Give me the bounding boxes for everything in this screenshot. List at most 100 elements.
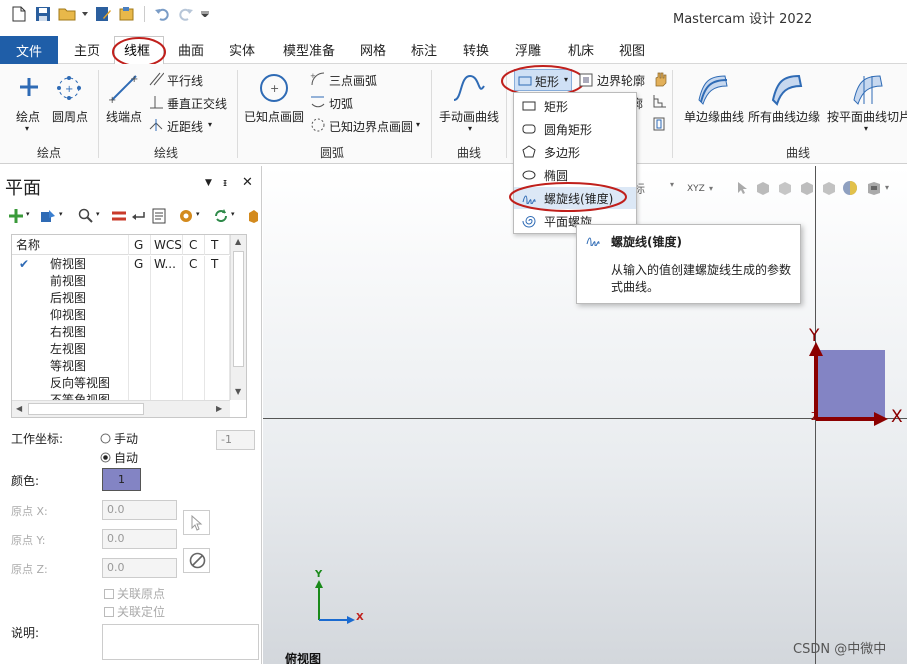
parallel-line-icon[interactable] — [148, 71, 165, 90]
stair-icon[interactable] — [653, 94, 667, 111]
refresh-arrow-icon[interactable]: ▾ — [231, 210, 235, 218]
auto-radio[interactable] — [100, 452, 111, 466]
single-edge-curve-icon[interactable] — [695, 72, 731, 109]
closest-line-button[interactable]: 近距线 — [167, 118, 203, 135]
open-folder-icon[interactable] — [58, 5, 76, 23]
cursor-arrow-icon[interactable]: ▾ — [670, 180, 674, 189]
assoc-position-checkbox[interactable] — [104, 606, 114, 620]
slot-icon[interactable] — [653, 117, 665, 134]
slice-curves-button[interactable]: 按平面曲线切片 — [827, 108, 907, 125]
search-arrow-icon[interactable]: ▾ — [96, 210, 100, 218]
closest-line-icon[interactable] — [148, 117, 164, 136]
slice-curves-arrow-icon[interactable]: ▾ — [864, 124, 868, 133]
circle-center-icon[interactable]: + — [258, 72, 290, 107]
description-field[interactable] — [102, 624, 259, 660]
single-edge-curve-button[interactable]: 单边缘曲线 — [684, 108, 744, 125]
close-icon[interactable]: ✕ — [242, 175, 253, 190]
equal-icon[interactable] — [111, 210, 127, 225]
tab-home[interactable]: 主页 — [74, 40, 100, 59]
tab-view[interactable]: 视图 — [619, 40, 645, 59]
scroll-left-icon[interactable]: ◀ — [16, 404, 22, 413]
column-header-g[interactable]: G — [129, 235, 151, 255]
search-icon[interactable] — [78, 208, 94, 227]
point-icon[interactable] — [18, 76, 40, 101]
circle-edge-button[interactable]: 已知边界点画圆 — [329, 118, 413, 135]
folder-icon[interactable] — [118, 5, 136, 23]
redo-icon[interactable] — [177, 5, 195, 23]
add-plane-icon[interactable] — [8, 208, 24, 227]
table-row[interactable]: 右视图 — [12, 324, 230, 341]
select-origin-button[interactable] — [183, 510, 210, 535]
tab-transform[interactable]: 转换 — [463, 40, 489, 59]
shaded-sphere-icon[interactable] — [841, 179, 859, 200]
vertical-scrollbar[interactable]: ▲ ▼ — [230, 235, 246, 400]
refresh-icon[interactable] — [213, 208, 229, 227]
select-arrow-icon[interactable]: ▾ — [59, 210, 63, 218]
tab-file[interactable]: 文件 — [0, 36, 58, 64]
tab-emboss[interactable]: 浮雕 — [515, 40, 541, 59]
tab-machine[interactable]: 机床 — [568, 40, 594, 59]
cube-icon[interactable] — [777, 180, 793, 199]
scroll-down-icon[interactable]: ▼ — [235, 387, 241, 396]
table-row[interactable]: 前视图 — [12, 273, 230, 290]
manual-spline-icon[interactable] — [452, 72, 486, 107]
menu-item-rounded-rect[interactable]: 圆角矩形 — [514, 118, 636, 140]
table-row[interactable]: 左视图 — [12, 341, 230, 358]
column-header-wcs[interactable]: WCS — [151, 235, 183, 255]
cube-icon[interactable] — [821, 180, 837, 199]
color-swatch[interactable]: 1 — [102, 468, 141, 491]
circle-points-icon[interactable]: + — [55, 74, 83, 105]
gear-arrow-icon[interactable]: ▾ — [196, 210, 200, 218]
undo-icon[interactable] — [153, 5, 171, 23]
circle-edge-icon[interactable] — [310, 117, 326, 136]
three-point-arc-button[interactable]: 三点画弧 — [329, 72, 377, 89]
menu-item-polygon[interactable]: 多边形 — [514, 141, 636, 163]
draw-point-button[interactable]: 绘点 — [16, 108, 40, 125]
column-header-t[interactable]: T — [205, 235, 230, 255]
origin-z-field[interactable]: 0.0 — [102, 558, 177, 578]
xyz-arrow-icon[interactable]: ▾ — [709, 184, 713, 193]
table-row[interactable]: 仰视图 — [12, 307, 230, 324]
cube-icon[interactable] — [799, 180, 815, 199]
new-file-icon[interactable] — [10, 5, 28, 23]
three-point-arc-icon[interactable]: + — [310, 71, 326, 90]
circle-center-button[interactable]: 已知点画圆 — [244, 108, 304, 125]
tab-surfaces[interactable]: 曲面 — [178, 40, 204, 59]
table-row[interactable]: 等视图 — [12, 358, 230, 375]
parallel-line-button[interactable]: 平行线 — [167, 72, 203, 89]
circle-edge-arrow-icon[interactable]: ▾ — [416, 120, 420, 129]
boundary-button[interactable]: 边界轮廓 — [597, 72, 645, 89]
all-edge-curves-button[interactable]: 所有曲线边缘 — [748, 108, 820, 125]
assoc-origin-checkbox[interactable] — [104, 588, 114, 602]
dropdown-arrow-icon[interactable] — [82, 5, 88, 23]
origin-y-field[interactable]: 0.0 — [102, 529, 177, 549]
table-row[interactable]: 俯视图 G W... C T ✔ — [12, 256, 230, 273]
slice-curves-icon[interactable] — [850, 72, 886, 109]
pin-icon[interactable]: ᵻ — [223, 176, 227, 189]
h-scroll-thumb[interactable] — [28, 403, 144, 415]
customize-arrow-icon[interactable] — [201, 5, 209, 23]
column-header-name[interactable]: 名称 — [12, 235, 129, 255]
manual-radio[interactable] — [100, 433, 111, 447]
boundary-icon[interactable] — [579, 73, 593, 90]
gear-icon[interactable] — [178, 208, 194, 227]
scroll-right-icon[interactable]: ▶ — [216, 404, 222, 413]
manual-value-field[interactable]: -1 — [216, 430, 255, 450]
spline-arrow-icon[interactable]: ▾ — [468, 124, 472, 133]
table-row[interactable]: 反向等视图 — [12, 375, 230, 392]
circle-points-button[interactable]: 圆周点 — [52, 108, 88, 125]
perpendicular-button[interactable]: 垂直正交线 — [167, 95, 227, 112]
line-endpoints-icon[interactable]: + + — [108, 72, 140, 107]
tab-solids[interactable]: 实体 — [229, 40, 255, 59]
panel-menu-arrow-icon[interactable]: ▼ — [205, 178, 212, 188]
pointer-icon[interactable] — [737, 181, 749, 198]
manual-spline-button[interactable]: 手动画曲线 — [439, 108, 499, 125]
cube-icon[interactable] — [248, 209, 258, 226]
properties-icon[interactable] — [152, 208, 166, 227]
cube-icon[interactable] — [755, 180, 771, 199]
layers-icon[interactable] — [866, 180, 882, 199]
add-arrow-icon[interactable]: ▾ — [26, 210, 30, 218]
perpendicular-icon[interactable] — [148, 94, 164, 113]
origin-x-field[interactable]: 0.0 — [102, 500, 177, 520]
save-icon[interactable] — [34, 5, 52, 23]
